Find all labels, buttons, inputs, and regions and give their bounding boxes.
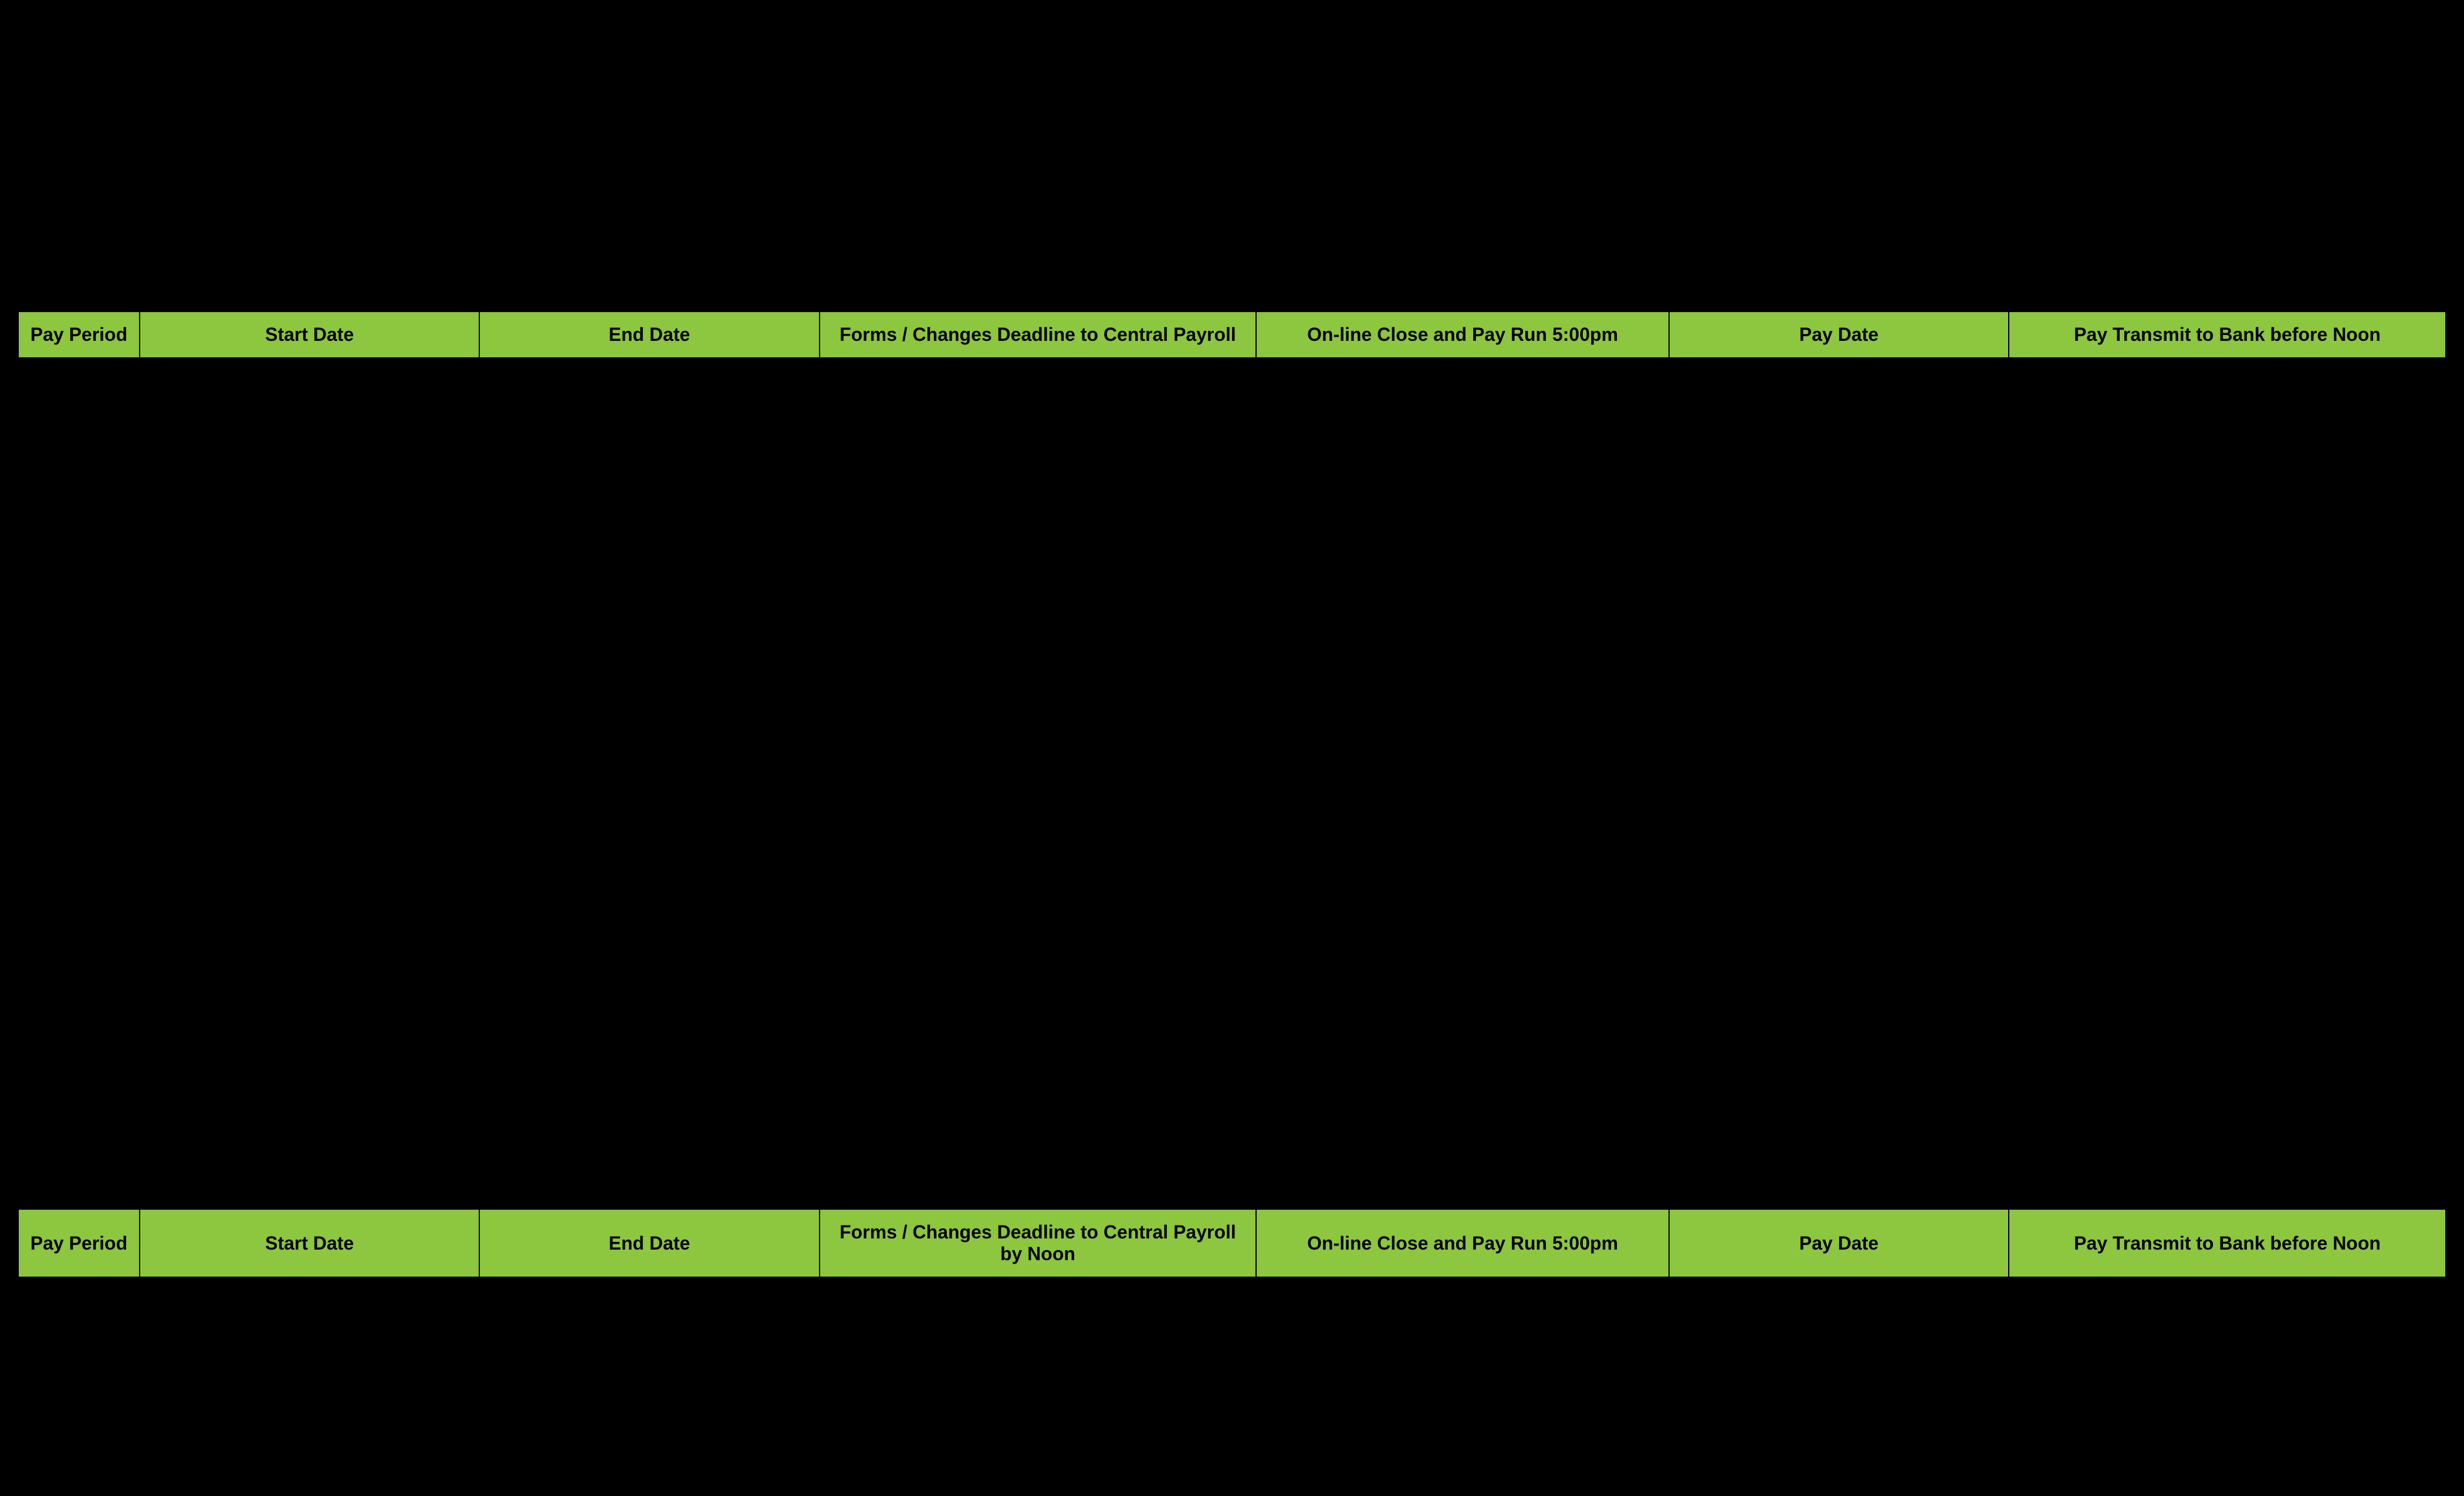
header-pay-date-1: Pay Date	[1669, 312, 2009, 358]
payroll-schedule-table-1: Pay Period Start Date End Date Forms / C…	[18, 311, 2446, 358]
header-pay-date-2: Pay Date	[1669, 1209, 2009, 1277]
header-end-date-2: End Date	[479, 1209, 819, 1277]
payroll-table-1: Pay Period Start Date End Date Forms / C…	[18, 311, 2446, 358]
header-forms-deadline-1: Forms / Changes Deadline to Central Payr…	[820, 312, 1257, 358]
payroll-table-2: Pay Period Start Date End Date Forms / C…	[18, 1209, 2446, 1278]
header-start-date-1: Start Date	[140, 312, 479, 358]
header-pay-period-1: Pay Period	[18, 312, 140, 358]
header-transmit-2: Pay Transmit to Bank before Noon	[2009, 1209, 2446, 1277]
header-start-date-2: Start Date	[140, 1209, 479, 1277]
header-forms-deadline-2: Forms / Changes Deadline to Central Payr…	[820, 1209, 1257, 1277]
header-transmit-1: Pay Transmit to Bank before Noon	[2009, 312, 2446, 358]
header-online-close-1: On-line Close and Pay Run 5:00pm	[1256, 312, 1668, 358]
payroll-schedule-table-2: Pay Period Start Date End Date Forms / C…	[18, 1209, 2446, 1278]
header-pay-period-2: Pay Period	[18, 1209, 140, 1277]
header-end-date-1: End Date	[479, 312, 819, 358]
header-online-close-2: On-line Close and Pay Run 5:00pm	[1256, 1209, 1668, 1277]
